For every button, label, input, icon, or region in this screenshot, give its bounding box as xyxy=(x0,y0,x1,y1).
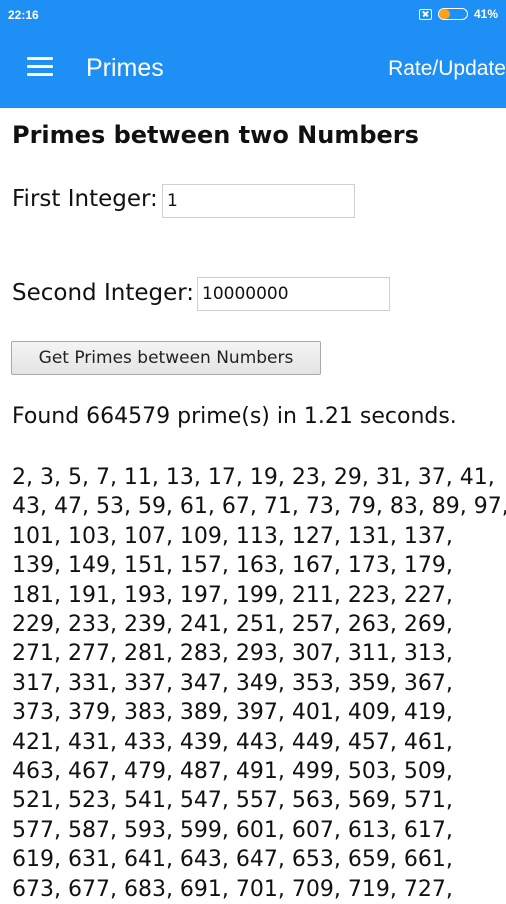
battery-level-fill xyxy=(438,9,451,19)
status-bar: 22:16 41% xyxy=(0,0,506,30)
page-title: Primes between two Numbers xyxy=(12,121,419,149)
primes-line: 521, 523, 541, 547, 557, 563, 569, 571, xyxy=(12,788,453,814)
primes-line: 43, 47, 53, 59, 61, 67, 71, 73, 79, 83, … xyxy=(12,494,506,520)
primes-line: 421, 431, 433, 439, 443, 449, 457, 461, xyxy=(12,729,453,755)
app-bar: Primes Rate/Update xyxy=(0,30,506,108)
primes-line: 229, 233, 239, 241, 251, 257, 263, 269, xyxy=(12,612,453,638)
primes-line: 139, 149, 151, 157, 163, 167, 173, 179, xyxy=(12,553,453,579)
primes-line: 463, 467, 479, 487, 491, 499, 503, 509, xyxy=(12,759,453,785)
battery-percent: 41% xyxy=(473,7,498,21)
status-time: 22:16 xyxy=(8,8,39,22)
primes-line: 577, 587, 593, 599, 601, 607, 613, 617, xyxy=(12,817,453,843)
first-integer-input[interactable] xyxy=(162,184,355,218)
status-icons: 41% xyxy=(418,7,498,21)
rate-update-button[interactable]: Rate/Update xyxy=(388,57,506,81)
second-integer-input[interactable] xyxy=(197,277,390,311)
hamburger-menu-icon[interactable] xyxy=(27,57,53,77)
result-summary: Found 664579 prime(s) in 1.21 seconds. xyxy=(12,404,457,429)
primes-line: 101, 103, 107, 109, 113, 127, 131, 137, xyxy=(12,523,453,549)
app-title: Primes xyxy=(86,54,164,82)
get-primes-button[interactable]: Get Primes between Numbers xyxy=(11,341,321,375)
primes-line: 181, 191, 193, 197, 199, 211, 223, 227, xyxy=(12,582,453,608)
primes-line: 271, 277, 281, 283, 293, 307, 311, 313, xyxy=(12,641,453,667)
battery-icon xyxy=(437,8,468,20)
primes-line: 2, 3, 5, 7, 11, 13, 17, 19, 23, 29, 31, … xyxy=(12,465,495,490)
primes-line: 373, 379, 383, 389, 397, 401, 409, 419, xyxy=(12,700,453,726)
primes-list: 2, 3, 5, 7, 11, 13, 17, 19, 23, 29, 31, … xyxy=(12,463,506,904)
primes-line: 317, 331, 337, 347, 349, 353, 359, 367, xyxy=(12,670,453,696)
primes-line: 619, 631, 641, 643, 647, 653, 659, 661, xyxy=(12,847,453,873)
first-integer-label: First Integer: xyxy=(12,186,158,212)
no-sim-icon xyxy=(418,8,432,20)
second-integer-label: Second Integer: xyxy=(12,280,195,306)
